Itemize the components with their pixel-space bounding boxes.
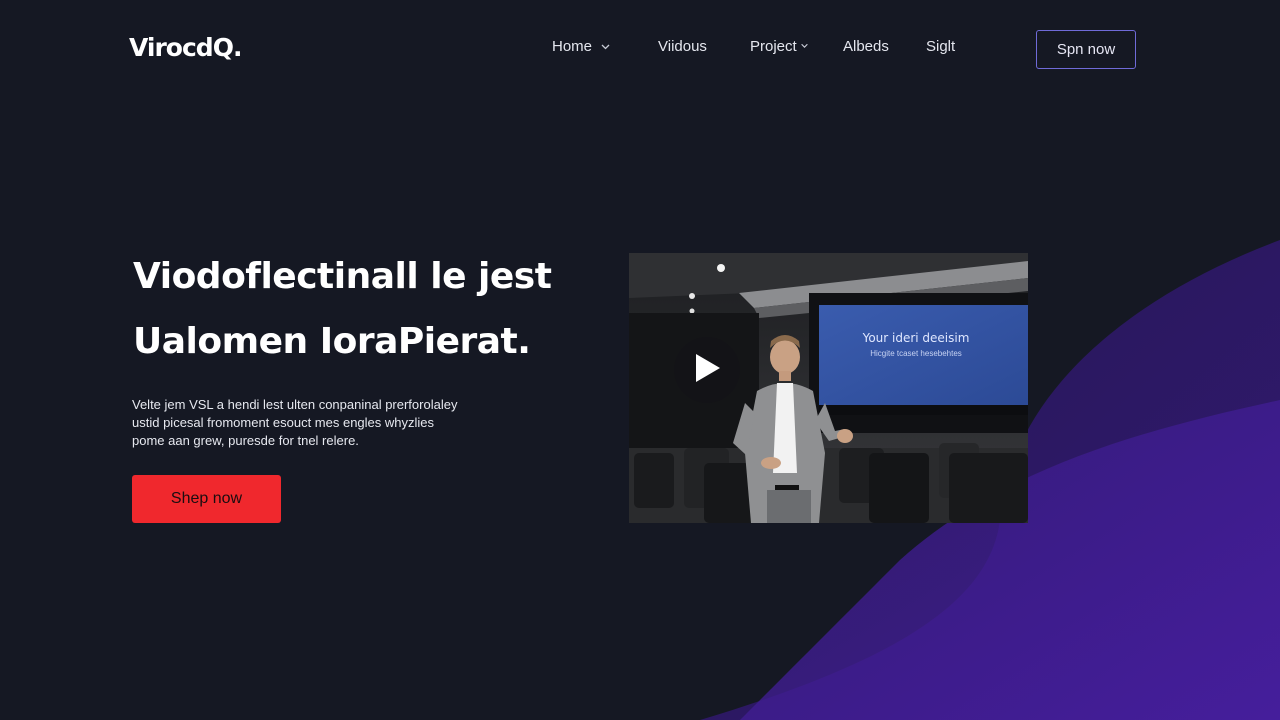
hero-description-line: ustid picesal fromoment esouct mes engle… <box>132 415 435 430</box>
nav-item-albeds[interactable]: Albeds <box>843 38 889 55</box>
video-screen-title: Your ideri deeisim <box>862 331 970 345</box>
hero-description-line: pome aan grew, puresde for tnel relere. <box>132 433 359 448</box>
nav-item-label: Home <box>552 38 593 55</box>
top-navigation: VirocdQ. Home Viidous Project Albeds Sig… <box>0 0 1280 96</box>
hero-title-line-2: Ualomen IoraPierat. <box>133 321 531 362</box>
play-button[interactable] <box>674 337 740 403</box>
nav-item-label: Siglt <box>926 38 956 55</box>
hero-title-line-1: Viodoflectinall le jest <box>133 256 552 297</box>
nav-item-label: Viidous <box>658 38 707 55</box>
brand-logo[interactable]: VirocdQ. <box>129 33 242 62</box>
nav-item-label: Project <box>750 38 797 55</box>
nav-item-sight[interactable]: Siglt <box>926 38 955 55</box>
video-screen-subtitle: Hicgite tcaset hesebehtes <box>870 349 962 358</box>
hero-description: Velte jem VSL a hendi lest ulten conpani… <box>132 396 492 450</box>
chevron-down-icon <box>800 41 811 52</box>
nav-item-home[interactable]: Home <box>552 38 611 55</box>
hero-description-line: Velte jem VSL a hendi lest ulten conpani… <box>132 397 458 412</box>
video-player[interactable]: Your ideri deeisim Hicgite tcaset hesebe… <box>629 253 1028 523</box>
signup-button[interactable]: Spn now <box>1036 30 1136 69</box>
play-icon <box>692 352 722 389</box>
shop-now-button[interactable]: Shep now <box>132 475 281 523</box>
chevron-down-icon <box>600 41 611 52</box>
nav-item-videos[interactable]: Viidous <box>658 38 707 55</box>
nav-item-label: Albeds <box>843 38 889 55</box>
nav-item-project[interactable]: Project <box>750 38 811 55</box>
